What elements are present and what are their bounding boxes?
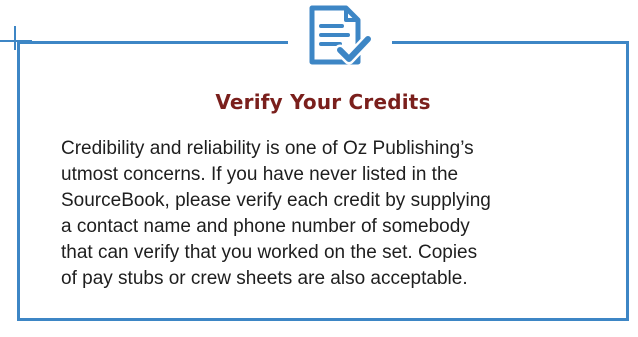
- body-line: Credibility and reliability is one of Oz…: [61, 138, 474, 159]
- callout-body: Credibility and reliability is one of Oz…: [61, 136, 601, 292]
- body-line: a contact name and phone number of someb…: [61, 216, 470, 237]
- corner-tick-vertical: [14, 26, 16, 50]
- body-line: of pay stubs or crew sheets are also acc…: [61, 268, 468, 289]
- checklist-icon: [309, 5, 374, 65]
- body-line: utmost concerns. If you have never liste…: [61, 164, 459, 185]
- corner-tick-horizontal: [0, 40, 32, 42]
- callout-title: Verify Your Credits: [215, 90, 431, 114]
- body-line: SourceBook, please verify each credit by…: [61, 190, 491, 211]
- body-line: that can verify that you worked on the s…: [61, 242, 478, 263]
